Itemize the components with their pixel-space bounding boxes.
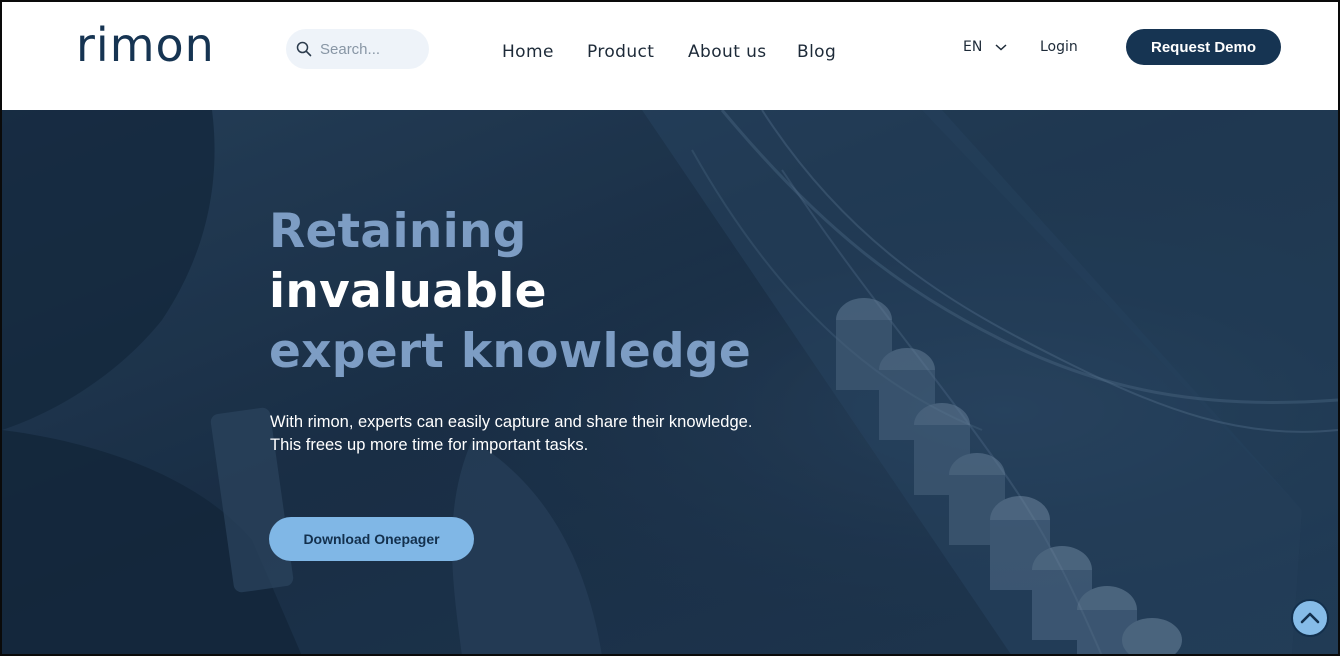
search-input[interactable] [320,40,415,58]
hero-headline-line2: invaluable [269,264,547,319]
nav-blog[interactable]: Blog [797,42,836,62]
hero-section: Retaining invaluable expert knowledge Wi… [2,110,1338,654]
request-demo-button[interactable]: Request Demo [1126,29,1281,65]
browser-frame: rimon Home Product About us Blog EN Logi… [0,0,1340,656]
hero-subtext-line1: With rimon, experts can easily capture a… [270,413,753,431]
nav-about-us[interactable]: About us [688,42,767,62]
login-link[interactable]: Login [1040,39,1078,55]
search-icon [296,41,312,57]
nav-home[interactable]: Home [502,42,554,62]
hero-headline-line3: expert knowledge [269,324,752,379]
hero-subtext-line2: This frees up more time for important ta… [270,436,589,454]
scroll-to-top-button[interactable] [1291,599,1329,637]
rimon-logo[interactable]: rimon [76,22,215,68]
download-onepager-button[interactable]: Download Onepager [269,517,474,561]
nav-product[interactable]: Product [587,42,654,62]
hero-background-image [2,110,1338,654]
site-header: rimon Home Product About us Blog EN Logi… [2,2,1338,110]
chevron-up-icon [1300,612,1320,624]
hero-headline-line1: Retaining [269,204,527,259]
language-selector[interactable]: EN [963,39,1008,55]
language-label: EN [963,39,983,55]
chevron-down-icon [995,44,1007,51]
search-box[interactable] [286,29,429,69]
